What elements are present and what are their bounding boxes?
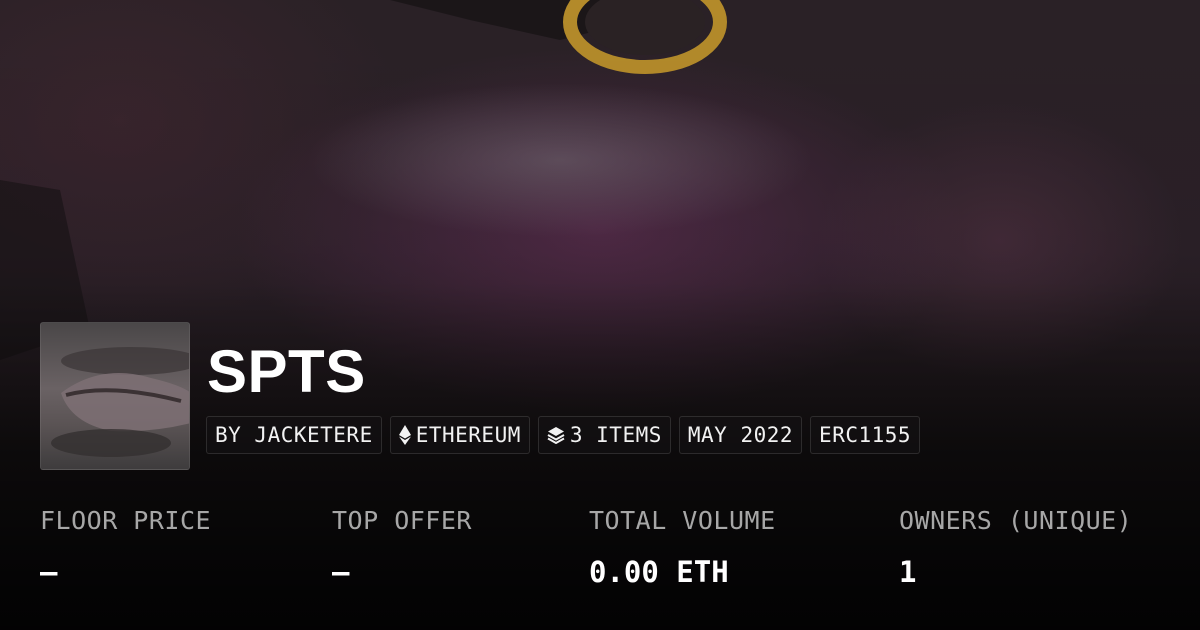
chain-badge: ETHEREUM <box>389 416 530 454</box>
items-label: 3 ITEMS <box>569 423 662 447</box>
creator-label: BY JACKETERE <box>215 423 373 447</box>
stat-floor-price: FLOOR PRICE — <box>40 504 211 590</box>
creator-badge[interactable]: BY JACKETERE <box>206 416 382 454</box>
stat-top-offer: TOP OFFER — <box>332 504 472 590</box>
total-volume-label: TOTAL VOLUME <box>589 506 776 535</box>
stat-owners: OWNERS (UNIQUE) 1 <box>899 504 1132 590</box>
owners-label: OWNERS (UNIQUE) <box>899 506 1133 535</box>
collection-share-card: SPTS BY JACKETERE ETHEREUM 3 ITEMS MAY 2… <box>0 0 1200 630</box>
standard-label: ERC1155 <box>819 423 912 447</box>
collection-avatar-image <box>51 347 189 457</box>
items-badge: 3 ITEMS <box>537 416 671 454</box>
layers-icon <box>547 426 565 444</box>
date-label: MAY 2022 <box>687 423 794 447</box>
collection-badges: BY JACKETERE ETHEREUM 3 ITEMS MAY 2022 E… <box>206 416 921 454</box>
top-offer-value: — <box>332 555 350 589</box>
top-offer-label: TOP OFFER <box>332 506 472 535</box>
owners-value: 1 <box>899 555 917 589</box>
standard-badge: ERC1155 <box>810 416 921 454</box>
ethereum-icon <box>398 425 411 445</box>
floor-price-label: FLOOR PRICE <box>40 506 212 535</box>
total-volume-value: 0.00 ETH <box>589 555 729 589</box>
collection-title: SPTS <box>207 338 366 405</box>
collection-avatar[interactable] <box>40 322 190 470</box>
date-badge: MAY 2022 <box>678 416 803 454</box>
floor-price-value: — <box>40 555 58 589</box>
chain-label: ETHEREUM <box>415 423 521 447</box>
stat-total-volume: TOTAL VOLUME 0.00 ETH <box>589 504 776 590</box>
